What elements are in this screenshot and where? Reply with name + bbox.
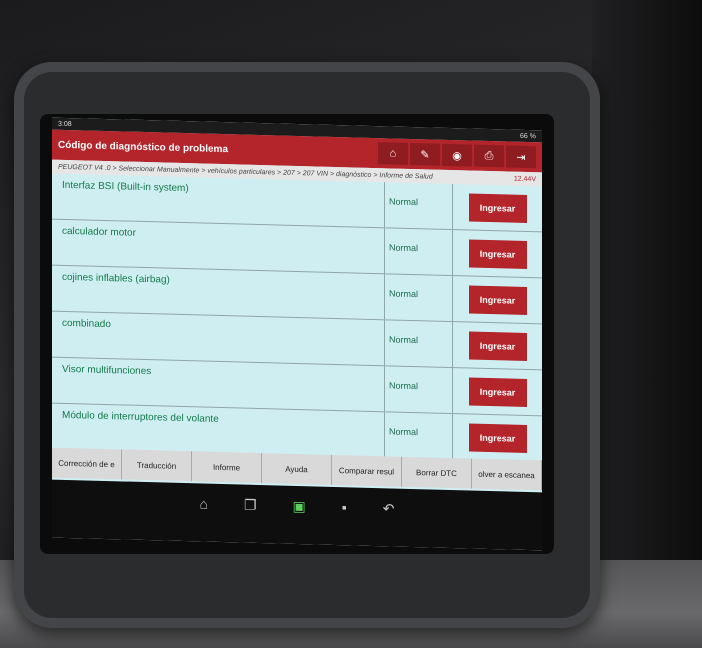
report-button[interactable]: ✎ bbox=[410, 142, 440, 166]
action-cell: Ingresar bbox=[453, 230, 542, 277]
rescan-button[interactable]: olver a escanea bbox=[472, 458, 542, 491]
home-button[interactable]: ⌂ bbox=[378, 142, 408, 165]
correction-button[interactable]: Corrección de e bbox=[52, 447, 122, 480]
ingresar-button[interactable]: Ingresar bbox=[468, 284, 527, 315]
system-name: cojines inflables (airbag) bbox=[52, 265, 385, 320]
page-title: Código de diagnóstico de problema bbox=[58, 139, 229, 155]
print-icon: ⎙ bbox=[484, 149, 494, 162]
chat-icon: ◉ bbox=[452, 149, 462, 162]
car-seat-background bbox=[592, 0, 702, 648]
diagnostic-tablet: 3:08 66 % Código de diagnóstico de probl… bbox=[14, 62, 600, 628]
system-status: Normal bbox=[385, 274, 453, 322]
diagnostic-screen: 3:08 66 % Código de diagnóstico de probl… bbox=[52, 117, 542, 551]
translation-button[interactable]: Traducción bbox=[122, 449, 192, 482]
chat-button[interactable]: ◉ bbox=[442, 143, 472, 167]
nav-recent-icon[interactable]: ❐ bbox=[244, 497, 257, 514]
action-cell: Ingresar bbox=[453, 184, 542, 231]
battery-voltage: 12.44V bbox=[513, 175, 536, 183]
ingresar-button[interactable]: Ingresar bbox=[468, 330, 527, 361]
report-icon: ✎ bbox=[420, 148, 430, 161]
home-icon: ⌂ bbox=[389, 147, 397, 160]
system-status: Normal bbox=[385, 182, 453, 230]
exit-icon: ⇥ bbox=[516, 151, 526, 164]
system-status: Normal bbox=[385, 320, 453, 368]
ingresar-button[interactable]: Ingresar bbox=[468, 376, 527, 407]
nav-home-icon[interactable]: ⌂ bbox=[200, 495, 208, 511]
system-name: calculador motor bbox=[52, 219, 385, 274]
ingresar-button[interactable]: Ingresar bbox=[468, 422, 527, 453]
action-cell: Ingresar bbox=[453, 368, 542, 415]
ingresar-button[interactable]: Ingresar bbox=[468, 192, 527, 223]
ingresar-button[interactable]: Ingresar bbox=[468, 238, 527, 269]
system-status: Normal bbox=[385, 228, 453, 276]
exit-button[interactable]: ⇥ bbox=[506, 145, 536, 169]
action-cell: Ingresar bbox=[453, 322, 542, 369]
status-battery: 66 % bbox=[520, 132, 536, 140]
nav-vci-icon[interactable]: ▣ bbox=[293, 498, 306, 515]
clear-dtc-button[interactable]: Borrar DTC bbox=[402, 456, 472, 489]
status-time: 3:08 bbox=[58, 120, 72, 128]
nav-screenshot-icon[interactable]: ▪ bbox=[342, 499, 347, 515]
system-name: combinado bbox=[52, 311, 385, 366]
system-name: Interfaz BSI (Built-in system) bbox=[52, 173, 385, 228]
system-list: Interfaz BSI (Built-in system) Normal In… bbox=[52, 173, 542, 463]
system-status: Normal bbox=[385, 412, 453, 460]
action-cell: Ingresar bbox=[453, 276, 542, 323]
print-button[interactable]: ⎙ bbox=[474, 144, 504, 168]
system-status: Normal bbox=[385, 366, 453, 414]
system-name: Visor multifunciones bbox=[52, 357, 385, 412]
help-button[interactable]: Ayuda bbox=[262, 453, 332, 485]
action-cell: Ingresar bbox=[453, 414, 542, 461]
nav-back-icon[interactable]: ↶ bbox=[383, 500, 395, 517]
toolbar: ⌂ ✎ ◉ ⎙ ⇥ bbox=[378, 142, 536, 169]
compare-results-button[interactable]: Comparar resul bbox=[332, 454, 402, 487]
report-tab-button[interactable]: Informe bbox=[192, 451, 262, 484]
